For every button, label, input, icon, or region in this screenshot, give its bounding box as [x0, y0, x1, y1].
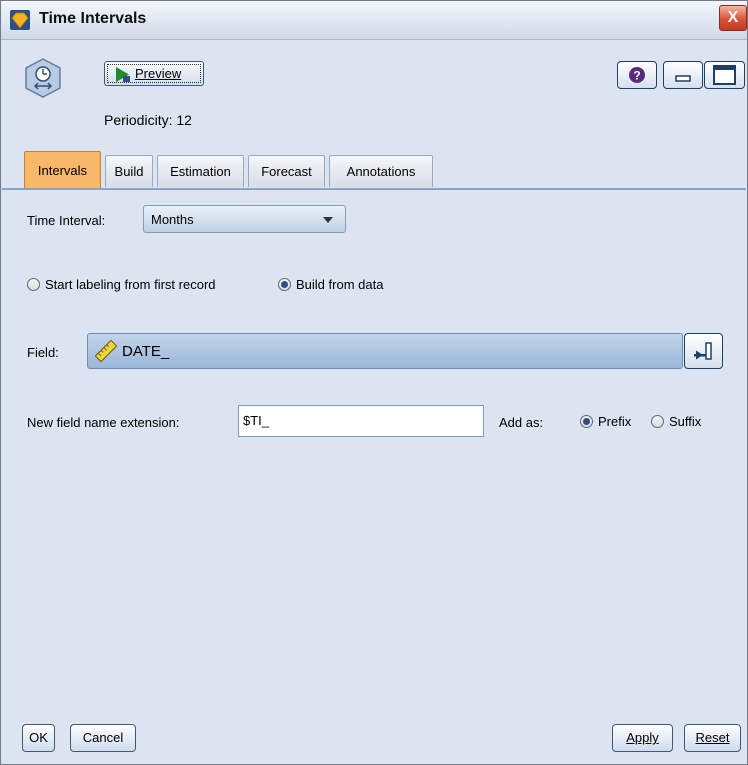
time-interval-label: Time Interval:	[27, 213, 106, 228]
cancel-button[interactable]: Cancel	[70, 724, 136, 752]
prefix-label[interactable]: Prefix	[598, 414, 631, 429]
ruler-icon	[94, 339, 118, 365]
start-labeling-radio[interactable]	[27, 278, 40, 291]
minimize-button[interactable]	[663, 61, 703, 89]
time-interval-value: Months	[151, 212, 194, 227]
tab-estimation[interactable]: Estimation	[157, 155, 244, 187]
add-as-label: Add as:	[499, 415, 544, 430]
app-diamond-icon	[9, 9, 31, 34]
maximize-button[interactable]	[704, 61, 745, 89]
tab-intervals[interactable]: Intervals	[24, 151, 101, 189]
maximize-icon	[713, 65, 736, 85]
time-interval-select[interactable]: Months	[143, 205, 346, 233]
preview-label: Preview	[135, 66, 182, 81]
preview-button[interactable]: Preview	[104, 61, 204, 86]
apply-button[interactable]: Apply	[612, 724, 673, 752]
field-picker-icon	[694, 342, 712, 360]
reset-button[interactable]: Reset	[684, 724, 741, 752]
tab-build[interactable]: Build	[105, 155, 153, 187]
help-icon: ?	[629, 67, 645, 83]
play-icon	[115, 67, 131, 85]
help-button[interactable]: ?	[617, 61, 657, 89]
field-label: Field:	[27, 345, 59, 360]
extension-label: New field name extension:	[27, 415, 180, 430]
extension-input[interactable]	[239, 406, 473, 434]
window-title: Time Intervals	[39, 10, 147, 27]
extension-field[interactable]	[238, 405, 484, 437]
svg-text:?: ?	[633, 69, 640, 83]
header-area	[2, 40, 746, 148]
tab-forecast[interactable]: Forecast	[248, 155, 325, 187]
build-from-data-label[interactable]: Build from data	[296, 277, 383, 292]
title-bar[interactable]: Time Intervals X	[1, 1, 747, 40]
suffix-radio[interactable]	[651, 415, 664, 428]
field-selector[interactable]: DATE_	[87, 333, 683, 369]
field-picker-button[interactable]	[684, 333, 723, 369]
tab-annotations[interactable]: Annotations	[329, 155, 433, 187]
intervals-panel	[17, 191, 745, 708]
tab-divider	[2, 188, 746, 190]
time-intervals-node-icon	[22, 57, 64, 98]
chevron-down-icon	[323, 217, 333, 223]
suffix-label[interactable]: Suffix	[669, 414, 701, 429]
dialog-window: Time Intervals X Preview ? Periodicity: …	[0, 0, 748, 765]
field-value: DATE_	[122, 343, 170, 360]
prefix-radio[interactable]	[580, 415, 593, 428]
minimize-icon	[675, 75, 691, 82]
build-from-data-radio[interactable]	[278, 278, 291, 291]
start-labeling-label[interactable]: Start labeling from first record	[45, 277, 216, 292]
periodicity-text: Periodicity: 12	[104, 112, 192, 128]
close-button[interactable]: X	[719, 5, 747, 31]
ok-button[interactable]: OK	[22, 724, 55, 752]
